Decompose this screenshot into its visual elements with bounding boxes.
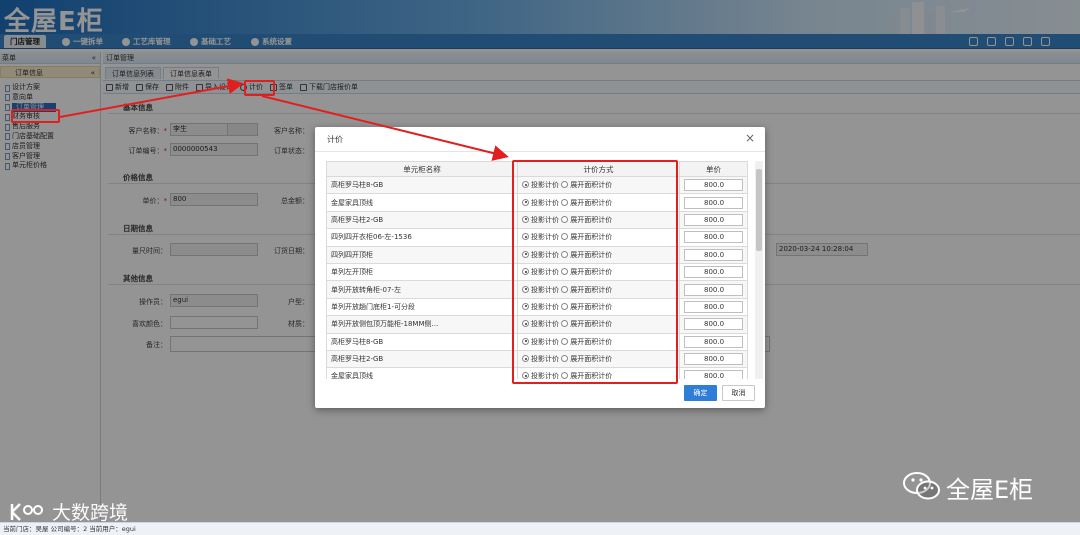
close-icon[interactable]: ×	[745, 131, 755, 145]
price-cell: 800.0	[679, 245, 748, 264]
cabinet-name: 四列四开顶柜	[326, 245, 518, 264]
watermark-left: 大数跨境	[52, 502, 129, 524]
watermark-right: 全屋E柜	[946, 476, 1034, 504]
highlight-pricing-button	[244, 80, 275, 96]
cabinet-name: 高柜罗马柱2-GB	[326, 349, 518, 369]
price-input[interactable]: 800.0	[684, 179, 743, 192]
status-bar: 当前门店：吴屋 公司编号：2 当前用户：egui	[0, 522, 1080, 535]
cancel-button[interactable]: 取消	[722, 385, 755, 401]
price-cell: 800.0	[679, 262, 748, 282]
price-input[interactable]: 800.0	[684, 370, 743, 379]
price-input[interactable]: 800.0	[684, 196, 743, 209]
column-header-price: 单价	[679, 161, 748, 177]
cabinet-name: 高柜罗马柱8-GB	[326, 332, 518, 351]
divider	[315, 151, 765, 152]
cabinet-name: 高柜罗马柱2-GB	[326, 210, 518, 230]
cabinet-name: 高柜罗马柱8-GB	[326, 175, 518, 195]
scroll-thumb[interactable]	[756, 169, 762, 251]
price-input[interactable]: 800.0	[684, 248, 743, 261]
price-cell: 800.0	[679, 349, 748, 369]
column-header-name: 单元柜名称	[326, 161, 518, 177]
cabinet-name: 单列左开顶柜	[326, 262, 518, 282]
wechat-icon	[903, 472, 940, 500]
price-cell: 800.0	[679, 332, 748, 351]
cabinet-name: 单列开放侧包顶万能柜-18MM侧...	[326, 315, 518, 334]
scrollbar[interactable]	[755, 161, 763, 379]
price-cell: 800.0	[679, 297, 748, 317]
price-input[interactable]: 800.0	[684, 266, 743, 279]
dialog-title: 计价	[327, 135, 343, 144]
price-cell: 800.0	[679, 210, 748, 230]
cabinet-name: 金屋家具顶线	[326, 193, 518, 212]
confirm-button[interactable]: 确定	[684, 385, 717, 401]
price-input[interactable]: 800.0	[684, 283, 743, 296]
price-cell: 800.0	[679, 193, 748, 212]
highlight-order-management	[11, 109, 60, 123]
price-input[interactable]: 800.0	[684, 353, 743, 366]
watermark-logo-icon	[10, 503, 43, 521]
price-cell: 800.0	[679, 175, 748, 195]
price-input[interactable]: 800.0	[684, 213, 743, 226]
price-input[interactable]: 800.0	[684, 318, 743, 331]
cabinet-name: 四列四开衣柜06-左-1536	[326, 228, 518, 247]
cabinet-name: 金屋家具顶线	[326, 367, 518, 379]
price-cell: 800.0	[679, 315, 748, 334]
price-cell: 800.0	[679, 228, 748, 247]
cabinet-name: 单列开放转角柜-07-左	[326, 280, 518, 299]
cabinet-name: 单列开放趟门底柜1-可分段	[326, 297, 518, 317]
price-cell: 800.0	[679, 280, 748, 299]
price-input[interactable]: 800.0	[684, 231, 743, 244]
price-input[interactable]: 800.0	[684, 300, 743, 313]
price-input[interactable]: 800.0	[684, 335, 743, 348]
price-cell: 800.0	[679, 367, 748, 379]
highlight-method-column	[512, 160, 678, 384]
